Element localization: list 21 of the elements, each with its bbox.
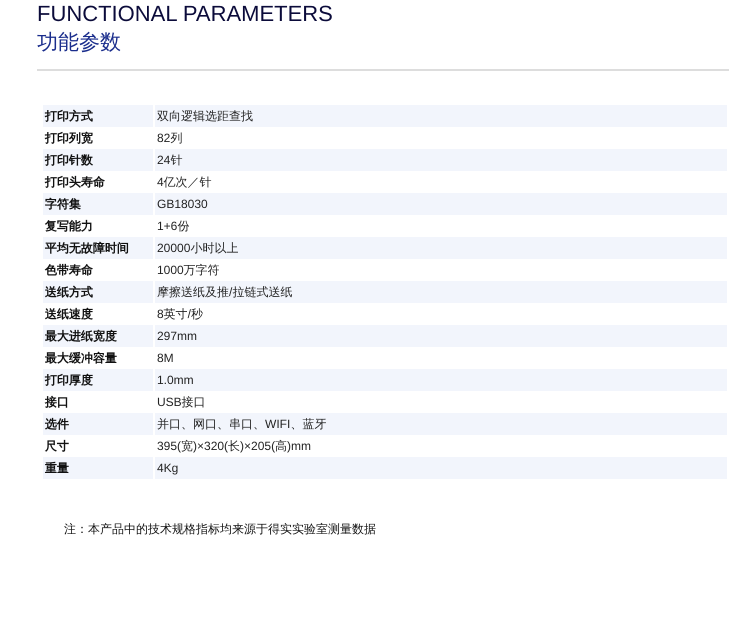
spec-value: GB18030 <box>155 193 727 215</box>
spec-label: 送纸方式 <box>43 281 153 303</box>
spec-label: 打印针数 <box>43 149 153 171</box>
spec-value: 20000小时以上 <box>155 237 727 259</box>
spec-value: 4Kg <box>155 457 727 479</box>
page-title: FUNCTIONAL PARAMETERS <box>37 1 333 27</box>
spec-label: 打印厚度 <box>43 369 153 391</box>
page-subtitle: 功能参数 <box>37 30 121 56</box>
footnote: 注：本产品中的技术规格指标均来源于得实实验室测量数据 <box>64 521 376 538</box>
spec-label: 最大进纸宽度 <box>43 325 153 347</box>
spec-value: 1.0mm <box>155 369 727 391</box>
spec-value: 摩擦送纸及推/拉链式送纸 <box>155 281 727 303</box>
spec-value: 297mm <box>155 325 727 347</box>
spec-label: 打印方式 <box>43 105 153 127</box>
spec-label: 选件 <box>43 413 153 435</box>
spec-label: 重量 <box>43 457 153 479</box>
spec-value: 并口、网口、串口、WIFI、蓝牙 <box>155 413 727 435</box>
spec-label: 平均无故障时间 <box>43 237 153 259</box>
spec-value: 24针 <box>155 149 727 171</box>
spec-value: 双向逻辑选距查找 <box>155 105 727 127</box>
spec-label: 字符集 <box>43 193 153 215</box>
